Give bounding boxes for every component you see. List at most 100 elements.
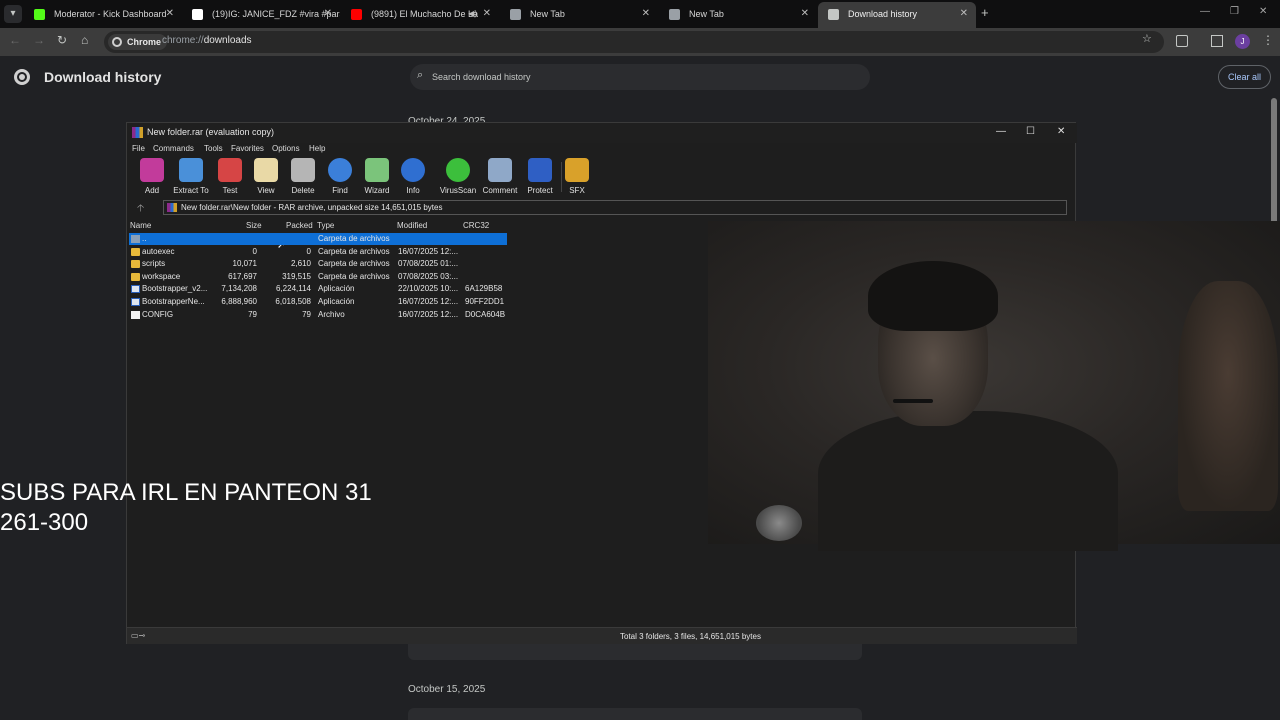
virusscan-button[interactable]: VirusScan	[437, 158, 479, 195]
media-control-icon[interactable]	[1211, 35, 1223, 47]
menu-item-commands[interactable]: Commands	[153, 144, 194, 153]
overlay-line-1: SUBS PARA IRL EN PANTEON 31	[0, 479, 372, 506]
browser-tab[interactable]: (19)IG: JANICE_FDZ #vira #para ✕	[182, 2, 340, 26]
tab-title: (9891) El Muchacho De La	[371, 9, 479, 19]
tab-favicon-icon	[669, 9, 680, 20]
browser-tab[interactable]: (9891) El Muchacho De La ✕ ◀)	[341, 2, 499, 26]
winrar-maximize-icon[interactable]: ☐	[1026, 126, 1035, 137]
archive-path-field[interactable]: New folder.rar\New folder - RAR archive,…	[163, 200, 1067, 215]
search-input[interactable]	[432, 68, 852, 86]
date-heading: October 15, 2025	[408, 684, 486, 695]
cell-type: Aplicación	[318, 284, 355, 294]
tab-favicon-icon	[828, 9, 839, 20]
browser-tab[interactable]: New Tab ✕	[500, 2, 658, 26]
comment-icon	[488, 158, 512, 182]
webcam-person-hair	[868, 261, 998, 331]
tab-search-icon[interactable]: ▾	[4, 5, 22, 23]
menu-item-options[interactable]: Options	[272, 144, 300, 153]
tab-close-icon[interactable]: ✕	[642, 2, 650, 26]
cell-name: BootstrapperNe...	[142, 297, 205, 306]
cell-size: 617,697	[228, 271, 257, 281]
extensions-icon[interactable]	[1176, 35, 1188, 47]
toolbar-label: Comment	[482, 186, 518, 195]
delete-button[interactable]: Delete	[282, 158, 324, 195]
toolbar-label: Find	[332, 186, 348, 195]
site-chip[interactable]: Chrome	[108, 34, 168, 50]
menu-item-help[interactable]: Help	[309, 144, 325, 153]
column-header-modified[interactable]: Modified	[397, 221, 427, 230]
cell-name: ..	[142, 234, 147, 243]
cell-packed: 0	[306, 246, 311, 256]
find-button[interactable]: Find	[319, 158, 361, 195]
menu-item-favorites[interactable]: Favorites	[231, 144, 264, 153]
profile-avatar[interactable]: J	[1235, 34, 1250, 49]
cell-packed: 319,515	[282, 271, 311, 281]
webcam-background-figure	[1178, 281, 1278, 511]
tab-audio-icon[interactable]: ◀)	[468, 2, 477, 26]
toolbar-label: SFX	[569, 186, 585, 195]
winrar-close-icon[interactable]: ✕	[1057, 126, 1065, 137]
cell-name: Bootstrapper_v2...	[142, 284, 208, 294]
tab-close-icon[interactable]: ✕	[324, 2, 332, 26]
cell-crc: D0CA604B	[465, 309, 506, 319]
clear-all-button[interactable]: Clear all	[1218, 65, 1271, 89]
menu-item-file[interactable]: File	[132, 144, 145, 153]
protect-shield-icon	[528, 158, 552, 182]
tab-close-icon[interactable]: ✕	[960, 2, 968, 26]
bookmark-star-icon[interactable]: ☆	[1142, 32, 1152, 45]
comment-button[interactable]: Comment	[479, 158, 521, 195]
delete-trash-icon	[291, 158, 315, 182]
browser-tab[interactable]: New Tab ✕	[659, 2, 817, 26]
toolbar-label: Add	[144, 186, 160, 195]
back-icon[interactable]: ←	[9, 33, 21, 47]
forward-icon[interactable]: →	[33, 33, 45, 47]
close-window-icon[interactable]: ✕	[1259, 6, 1267, 17]
column-header-size[interactable]: Size	[246, 221, 262, 230]
column-header-type[interactable]: Type	[317, 221, 334, 230]
tab-close-icon[interactable]: ✕	[166, 2, 174, 26]
menu-item-tools[interactable]: Tools	[204, 144, 223, 153]
page-scrollbar[interactable]	[1271, 98, 1277, 228]
sfx-button[interactable]: SFX	[556, 158, 598, 195]
virusscan-icon	[446, 158, 470, 182]
more-menu-icon[interactable]: ⋮	[1262, 33, 1274, 47]
page-title: Download history	[44, 69, 162, 85]
new-tab-button[interactable]: +	[981, 5, 989, 20]
info-button[interactable]: Info	[392, 158, 434, 195]
protect-button[interactable]: Protect	[519, 158, 561, 195]
cell-packed: 6,224,114	[276, 284, 311, 294]
cell-modified: 16/07/2025 12:...	[398, 309, 459, 319]
browser-tab[interactable]: Moderator - Kick Dashboard ✕	[24, 2, 182, 26]
tab-close-icon[interactable]: ✕	[801, 2, 809, 26]
view-button[interactable]: View	[245, 158, 287, 195]
column-header-packed[interactable]: Packed	[286, 221, 313, 230]
reload-icon[interactable]: ↻	[57, 33, 67, 47]
tab-close-icon[interactable]: ✕	[483, 2, 491, 26]
add-button[interactable]: Add	[131, 158, 173, 195]
webcam-microphone	[893, 399, 933, 403]
browser-tab[interactable]: Download history ✕	[818, 2, 976, 28]
cell-modified: 16/07/2025 12:...	[398, 297, 459, 306]
drive-icon[interactable]: ▭⊸	[131, 631, 145, 640]
download-search-box[interactable]: ⌕	[410, 64, 870, 90]
cell-type: Carpeta de archivos	[318, 259, 390, 269]
tab-title: New Tab	[530, 9, 565, 19]
restore-icon[interactable]: ❐	[1230, 6, 1239, 17]
winrar-minimize-icon[interactable]: —	[996, 126, 1006, 137]
toolbar-label: VirusScan	[439, 186, 477, 195]
extract-to-button[interactable]: Extract To	[170, 158, 212, 195]
up-folder-icon[interactable]: 🡡	[137, 201, 144, 218]
toolbar-label: View	[257, 186, 275, 195]
cell-size: 79	[248, 309, 257, 319]
webcam-overlay	[708, 221, 1280, 551]
application-icon	[131, 285, 140, 294]
tab-title: (19)IG: JANICE_FDZ #vira #para	[212, 9, 340, 19]
cell-type: Carpeta de archivos	[318, 234, 390, 243]
home-icon[interactable]: ⌂	[81, 33, 88, 47]
address-bar[interactable]: Chrome chrome://downloads	[104, 31, 1164, 53]
cell-modified: 07/08/2025 01:...	[398, 259, 459, 269]
winrar-titlebar[interactable]: New folder.rar (evaluation copy) — ☐ ✕	[127, 123, 1077, 143]
column-header-crc32[interactable]: CRC32	[463, 221, 489, 230]
column-header-name[interactable]: Name	[130, 221, 151, 230]
minimize-icon[interactable]: —	[1200, 6, 1210, 17]
